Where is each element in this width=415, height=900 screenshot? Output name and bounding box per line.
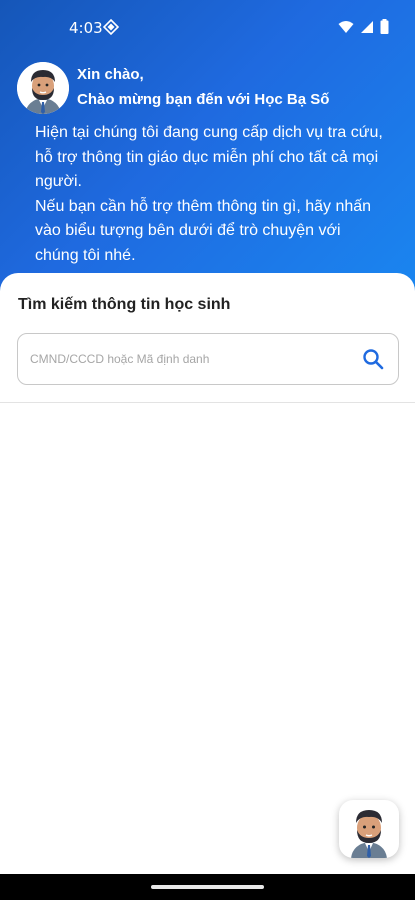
intro-text: Hiện tại chúng tôi đang cung cấp dịch vụ… bbox=[35, 121, 385, 268]
search-icon[interactable] bbox=[362, 348, 384, 370]
search-title: Tìm kiếm thông tin học sinh bbox=[18, 296, 231, 313]
status-bar: 4:03 bbox=[0, 0, 415, 54]
home-gesture-handle[interactable] bbox=[151, 885, 264, 889]
settings-diamond-icon bbox=[103, 19, 119, 35]
greeting-title: Xin chào, bbox=[77, 66, 144, 83]
intro-paragraph-2: Nếu bạn cần hỗ trợ thêm thông tin gì, hã… bbox=[35, 197, 372, 264]
status-icons bbox=[338, 19, 389, 34]
male-avatar-icon bbox=[17, 62, 69, 114]
chat-avatar-icon bbox=[351, 810, 387, 858]
search-input[interactable] bbox=[30, 334, 350, 384]
wifi-icon bbox=[338, 20, 354, 33]
status-time: 4:03 bbox=[69, 19, 103, 37]
search-box[interactable] bbox=[17, 333, 399, 385]
intro-paragraph-1: Hiện tại chúng tôi đang cung cấp dịch vụ… bbox=[35, 124, 383, 190]
chat-button[interactable] bbox=[339, 800, 399, 858]
search-card: Tìm kiếm thông tin học sinh bbox=[0, 273, 415, 403]
header-banner: 4:03 Xin chào, Chào mừng bạn đến với Học… bbox=[0, 0, 415, 300]
avatar bbox=[17, 62, 69, 114]
navigation-bar bbox=[0, 874, 415, 900]
battery-icon bbox=[380, 19, 389, 34]
cellular-signal-icon bbox=[361, 20, 373, 33]
greeting-subtitle: Chào mừng bạn đến với Học Bạ Số bbox=[77, 91, 330, 108]
